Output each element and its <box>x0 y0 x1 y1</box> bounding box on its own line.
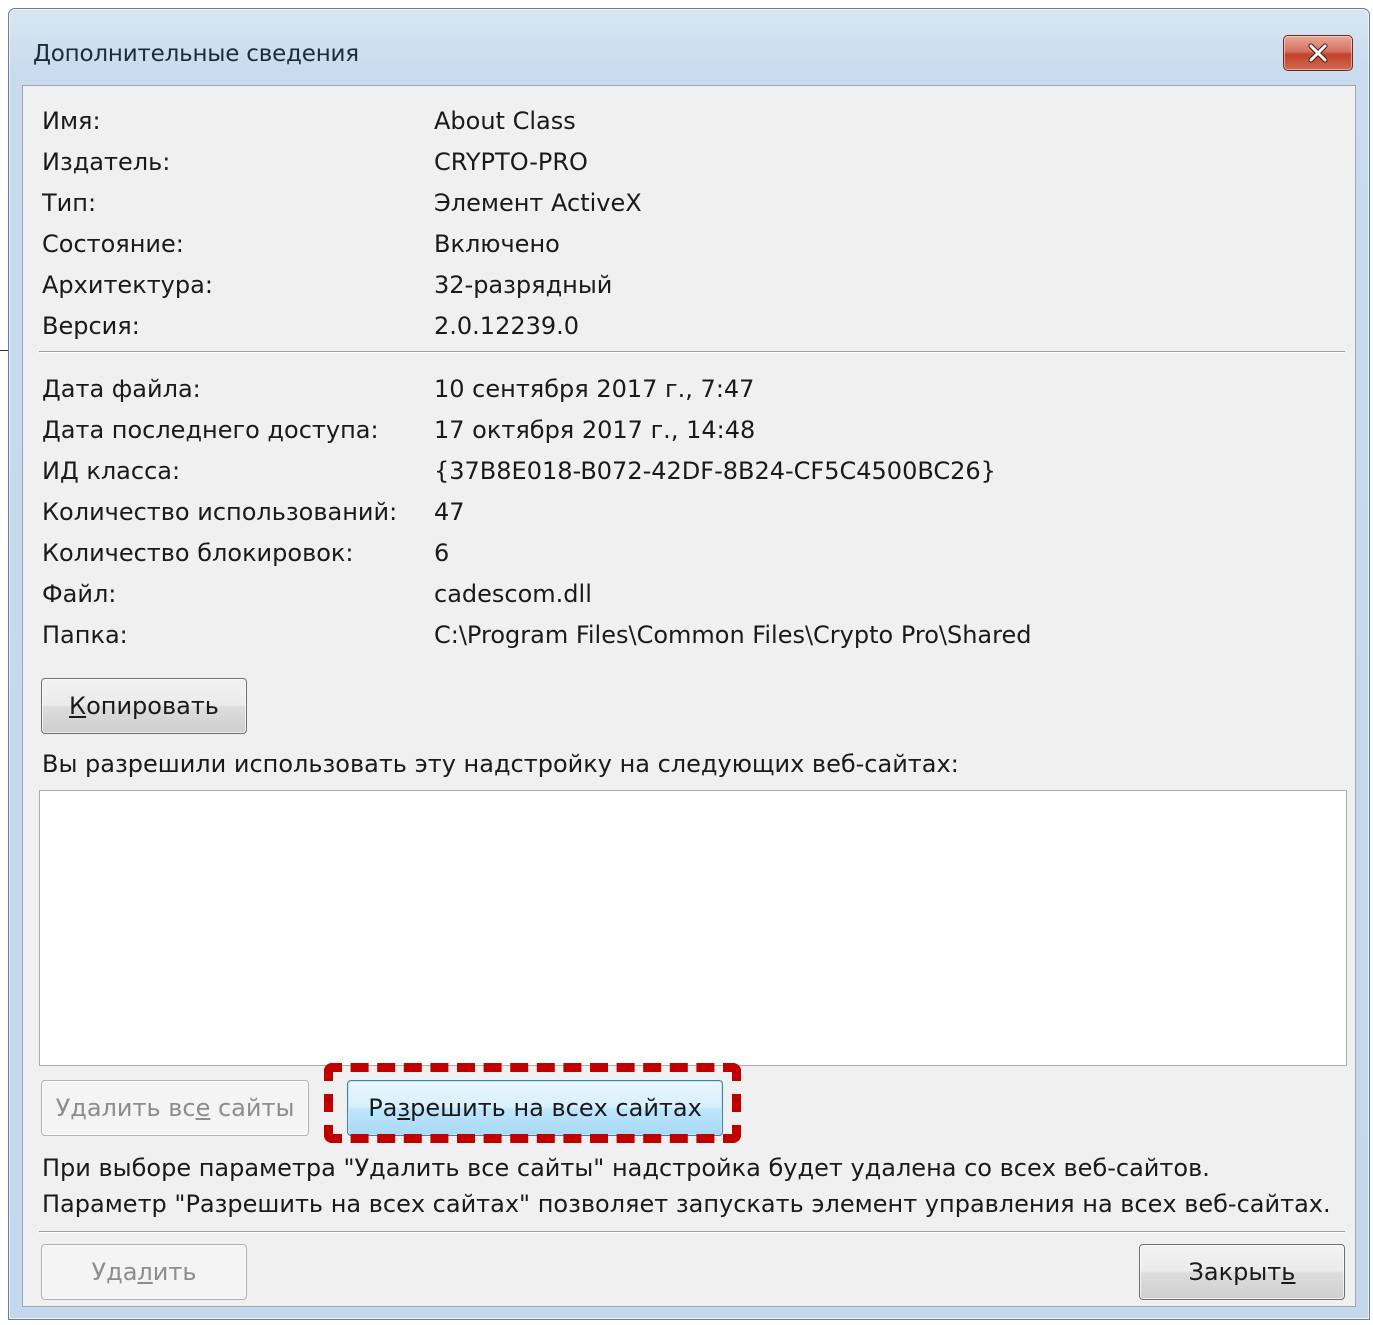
window-title: Дополнительные сведения <box>33 41 359 67</box>
property-value: 32-разрядный <box>434 271 613 299</box>
file-info-value: C:\Program Files\Common Files\Crypto Pro… <box>434 621 1032 649</box>
file-info-label: Дата файла: <box>42 375 201 403</box>
property-label: Архитектура: <box>42 271 213 299</box>
close-button[interactable]: Закрыть <box>1139 1244 1345 1300</box>
file-info-label: Количество использований: <box>42 498 398 526</box>
file-info-value: {37B8E018-B072-42DF-8B24-CF5C4500BC26} <box>434 457 996 485</box>
dialog-content: Имя: About Class Издатель: CRYPTO-PRO Ти… <box>22 85 1356 1307</box>
property-label: Тип: <box>42 189 97 217</box>
copy-button[interactable]: Копировать <box>41 678 247 734</box>
file-info-label: Папка: <box>42 621 128 649</box>
property-value: CRYPTO-PRO <box>434 148 588 176</box>
copy-button-label: Копировать <box>69 692 219 720</box>
property-label: Имя: <box>42 107 101 135</box>
help-text-line-1: При выборе параметра "Удалить все сайты"… <box>42 1154 1210 1182</box>
allow-all-sites-button-label: Разрешить на всех сайтах <box>368 1094 702 1122</box>
file-info-value: 47 <box>434 498 465 526</box>
property-label: Издатель: <box>42 148 171 176</box>
file-info-value: 17 октября 2017 г., 14:48 <box>434 416 756 444</box>
file-info-label: Дата последнего доступа: <box>42 416 379 444</box>
file-info-value: 10 сентября 2017 г., 7:47 <box>434 375 755 403</box>
delete-button[interactable]: Удалить <box>41 1244 247 1300</box>
remove-all-sites-button-label: Удалить все сайты <box>55 1094 295 1122</box>
dialog-window: Дополнительные сведения Имя: About Class… <box>8 8 1370 1320</box>
property-value: 2.0.12239.0 <box>434 312 580 340</box>
property-value: Элемент ActiveX <box>434 189 642 217</box>
title-bar[interactable]: Дополнительные сведения <box>9 9 1369 83</box>
help-text-line-2: Параметр "Разрешить на всех сайтах" позв… <box>42 1190 1331 1218</box>
allow-all-sites-button[interactable]: Разрешить на всех сайтах <box>347 1080 723 1136</box>
property-value: About Class <box>434 107 576 135</box>
separator <box>39 351 1345 353</box>
property-label: Версия: <box>42 312 140 340</box>
sites-list-label: Вы разрешили использовать эту надстройку… <box>42 750 959 778</box>
file-info-label: Количество блокировок: <box>42 539 354 567</box>
property-value: Включено <box>434 230 560 258</box>
sites-listbox[interactable] <box>39 790 1347 1066</box>
file-info-value: 6 <box>434 539 450 567</box>
close-icon <box>1308 43 1328 63</box>
delete-button-label: Удалить <box>91 1258 197 1286</box>
close-button-label: Закрыть <box>1188 1258 1296 1286</box>
separator <box>39 1231 1345 1233</box>
close-window-button[interactable] <box>1283 35 1353 71</box>
file-info-label: Файл: <box>42 580 117 608</box>
property-label: Состояние: <box>42 230 184 258</box>
remove-all-sites-button[interactable]: Удалить все сайты <box>41 1080 309 1136</box>
file-info-value: cadescom.dll <box>434 580 592 608</box>
file-info-label: ИД класса: <box>42 457 181 485</box>
